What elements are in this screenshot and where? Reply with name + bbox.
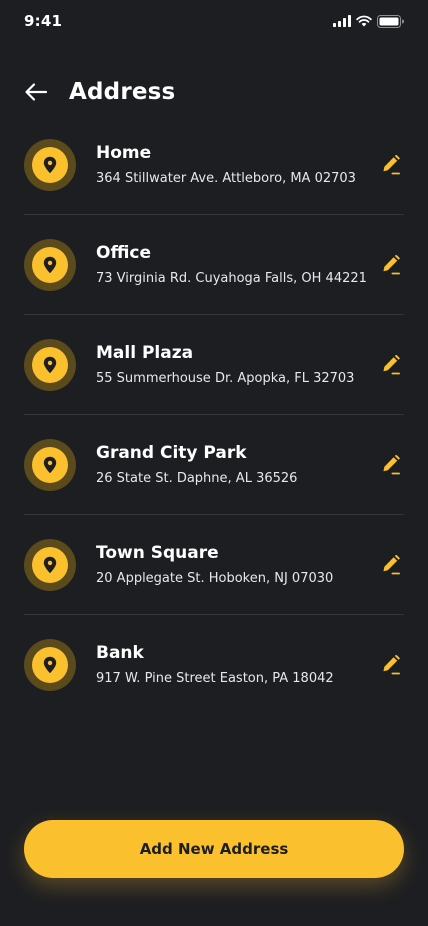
battery-icon [377, 14, 404, 28]
address-item[interactable]: Bank 917 W. Pine Street Easton, PA 18042 [24, 615, 404, 715]
edit-button[interactable] [380, 654, 402, 676]
address-text: 364 Stillwater Ave. Attleboro, MA 02703 [96, 170, 356, 186]
location-pin-icon [43, 256, 57, 273]
arrow-left-icon [25, 83, 48, 101]
address-text: 917 W. Pine Street Easton, PA 18042 [96, 671, 334, 686]
edit-button[interactable] [380, 454, 402, 476]
edit-button[interactable] [380, 554, 402, 576]
edit-pencil-icon [383, 254, 400, 274]
edit-button[interactable] [380, 354, 402, 376]
status-bar: 9:41 [0, 0, 428, 44]
address-name: Grand City Park [96, 442, 247, 463]
location-pin-badge [24, 438, 76, 491]
address-name: Bank [96, 643, 144, 663]
location-pin-icon [43, 556, 57, 573]
status-time: 9:41 [24, 12, 63, 30]
back-button[interactable] [24, 78, 52, 106]
add-new-address-button[interactable]: Add New Address [24, 820, 404, 878]
address-name: Home [96, 142, 152, 163]
address-item[interactable]: Home 364 Stillwater Ave. Attleboro, MA 0… [24, 115, 404, 215]
address-text: 26 State St. Daphne, AL 36526 [96, 470, 298, 486]
address-name: Mall Plaza [96, 342, 194, 363]
edit-button[interactable] [380, 254, 402, 276]
address-list: Home 364 Stillwater Ave. Attleboro, MA 0… [24, 115, 404, 715]
edit-pencil-icon [383, 454, 400, 474]
location-pin-icon [43, 356, 57, 373]
address-text: 73 Virginia Rd. Cuyahoga Falls, OH 44221 [96, 270, 367, 286]
status-icons [333, 14, 404, 28]
address-item[interactable]: Grand City Park 26 State St. Daphne, AL … [24, 415, 404, 515]
address-text: 55 Summerhouse Dr. Apopka, FL 32703 [96, 370, 355, 386]
location-pin-badge [24, 338, 76, 391]
signal-icon [333, 15, 351, 27]
address-name: Office [96, 242, 152, 263]
location-pin-icon [43, 456, 57, 473]
address-item[interactable]: Office 73 Virginia Rd. Cuyahoga Falls, O… [24, 215, 404, 315]
edit-pencil-icon [383, 655, 400, 675]
address-text: 20 Applegate St. Hoboken, NJ 07030 [96, 570, 334, 586]
location-pin-badge [24, 238, 76, 291]
edit-pencil-icon [383, 154, 400, 174]
address-item[interactable]: Mall Plaza 55 Summerhouse Dr. Apopka, FL… [24, 315, 404, 415]
wifi-icon [356, 15, 372, 27]
location-pin-icon [43, 156, 57, 173]
edit-pencil-icon [383, 554, 400, 574]
edit-pencil-icon [383, 354, 400, 374]
location-pin-badge [24, 639, 76, 691]
address-name: Town Square [96, 542, 219, 563]
edit-button[interactable] [380, 154, 402, 176]
address-item[interactable]: Town Square 20 Applegate St. Hoboken, NJ… [24, 515, 404, 615]
location-pin-icon [43, 656, 57, 674]
location-pin-badge [24, 538, 76, 591]
location-pin-badge [24, 138, 76, 191]
page-title: Address [69, 79, 176, 105]
header: Address [24, 72, 404, 112]
